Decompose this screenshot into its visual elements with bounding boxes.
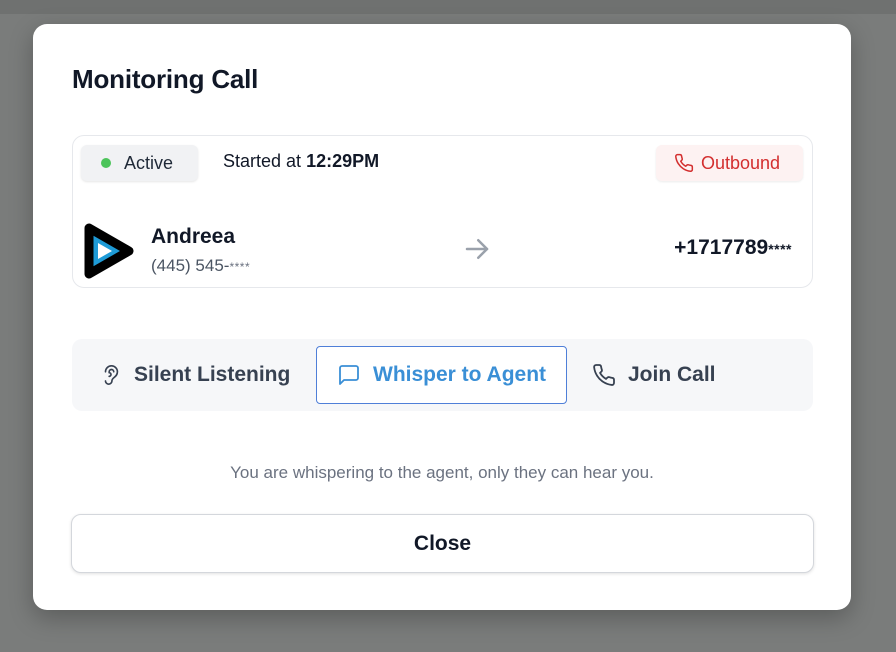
- join-call-button[interactable]: Join Call: [592, 346, 716, 404]
- agent-phone-prefix: (445) 545-: [151, 256, 230, 275]
- monitoring-call-dialog: Monitoring Call Active Started at 12:29P…: [33, 24, 851, 610]
- join-call-label: Join Call: [628, 363, 716, 386]
- destination-number: +1717789: [674, 236, 769, 259]
- close-button[interactable]: Close: [71, 514, 814, 573]
- phone-outgoing-icon: [675, 153, 694, 173]
- play-logo-icon: [79, 222, 135, 280]
- agent-phone-mask: ****: [229, 260, 251, 274]
- status-badge: Active: [81, 145, 198, 181]
- direction-badge: Outbound: [656, 145, 803, 181]
- whisper-to-agent-button[interactable]: Whisper to Agent: [316, 346, 567, 404]
- ear-icon: [104, 365, 119, 385]
- arrow-right-icon: [465, 239, 489, 259]
- phone-icon: [593, 364, 615, 386]
- destination-mask: ****: [768, 241, 792, 257]
- call-info-card: Active Started at 12:29PM Outbound Andre…: [72, 135, 813, 288]
- call-start-time: Started at 12:29PM: [223, 151, 379, 172]
- top-bar: [0, 0, 896, 14]
- started-time: 12:29PM: [306, 151, 380, 171]
- agent-name: Andreea: [151, 225, 236, 248]
- silent-listening-button[interactable]: Silent Listening: [100, 346, 290, 404]
- status-label: Active: [124, 152, 174, 173]
- dialog-title: Monitoring Call: [72, 64, 259, 94]
- whisper-to-agent-label: Whisper to Agent: [373, 363, 547, 386]
- destination-phone: +1717789****: [674, 236, 792, 260]
- direction-label: Outbound: [701, 152, 781, 173]
- silent-listening-label: Silent Listening: [134, 363, 291, 386]
- monitoring-mode-selector: Silent Listening Whisper to Agent Join C…: [72, 339, 813, 411]
- agent-phone: (445) 545-****: [151, 256, 250, 276]
- status-dot-icon: [101, 158, 111, 168]
- mode-hint-text: You are whispering to the agent, only th…: [230, 463, 654, 482]
- message-square-icon: [339, 365, 359, 385]
- started-prefix: Started at: [223, 151, 302, 171]
